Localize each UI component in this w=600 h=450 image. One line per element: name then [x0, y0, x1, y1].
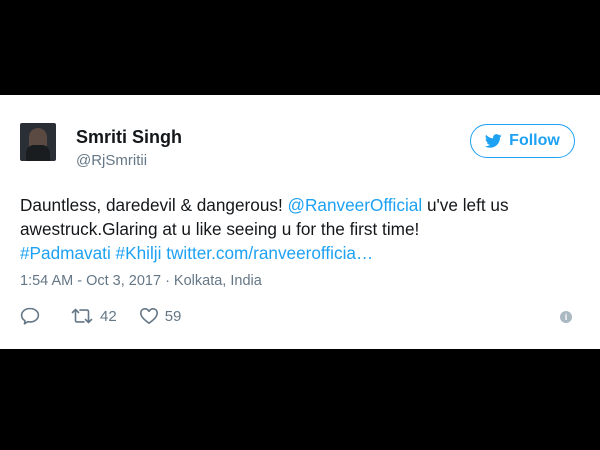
reply-icon [20, 307, 40, 325]
tweet-text-part-1: Dauntless, daredevil & dangerous! [20, 195, 288, 215]
retweet-icon [71, 308, 93, 324]
heart-icon [139, 308, 158, 324]
like-button[interactable]: 59 [139, 307, 182, 325]
hashtag-padmavati[interactable]: #Padmavati [20, 243, 111, 263]
avatar-body [26, 145, 50, 161]
retweet-button[interactable]: 42 [70, 307, 117, 325]
mention-link[interactable]: @RanveerOfficial [288, 195, 423, 215]
follow-label: Follow [509, 132, 560, 149]
tweet-card: Smriti Singh @RjSmritii Follow Dauntless… [0, 95, 600, 349]
user-name[interactable]: Smriti Singh [76, 127, 182, 148]
hashtag-khilji[interactable]: #Khilji [116, 243, 162, 263]
info-icon[interactable]: i [560, 311, 572, 323]
user-handle[interactable]: @RjSmritii [76, 152, 147, 169]
tweet-text: Dauntless, daredevil & dangerous! @Ranve… [20, 193, 585, 265]
follow-button[interactable]: Follow [470, 124, 575, 158]
reply-button[interactable] [20, 307, 40, 325]
like-count: 59 [164, 307, 182, 325]
twitter-bird-icon [485, 134, 502, 148]
retweet-count: 42 [100, 307, 117, 325]
tweet-timestamp[interactable]: 1:54 AM - Oct 3, 2017 · Kolkata, India [20, 273, 262, 289]
tweet-url-link[interactable]: twitter.com/ranveerofficia… [166, 243, 373, 263]
avatar[interactable] [20, 123, 56, 161]
tweet-actions: 42 59 [20, 307, 181, 325]
